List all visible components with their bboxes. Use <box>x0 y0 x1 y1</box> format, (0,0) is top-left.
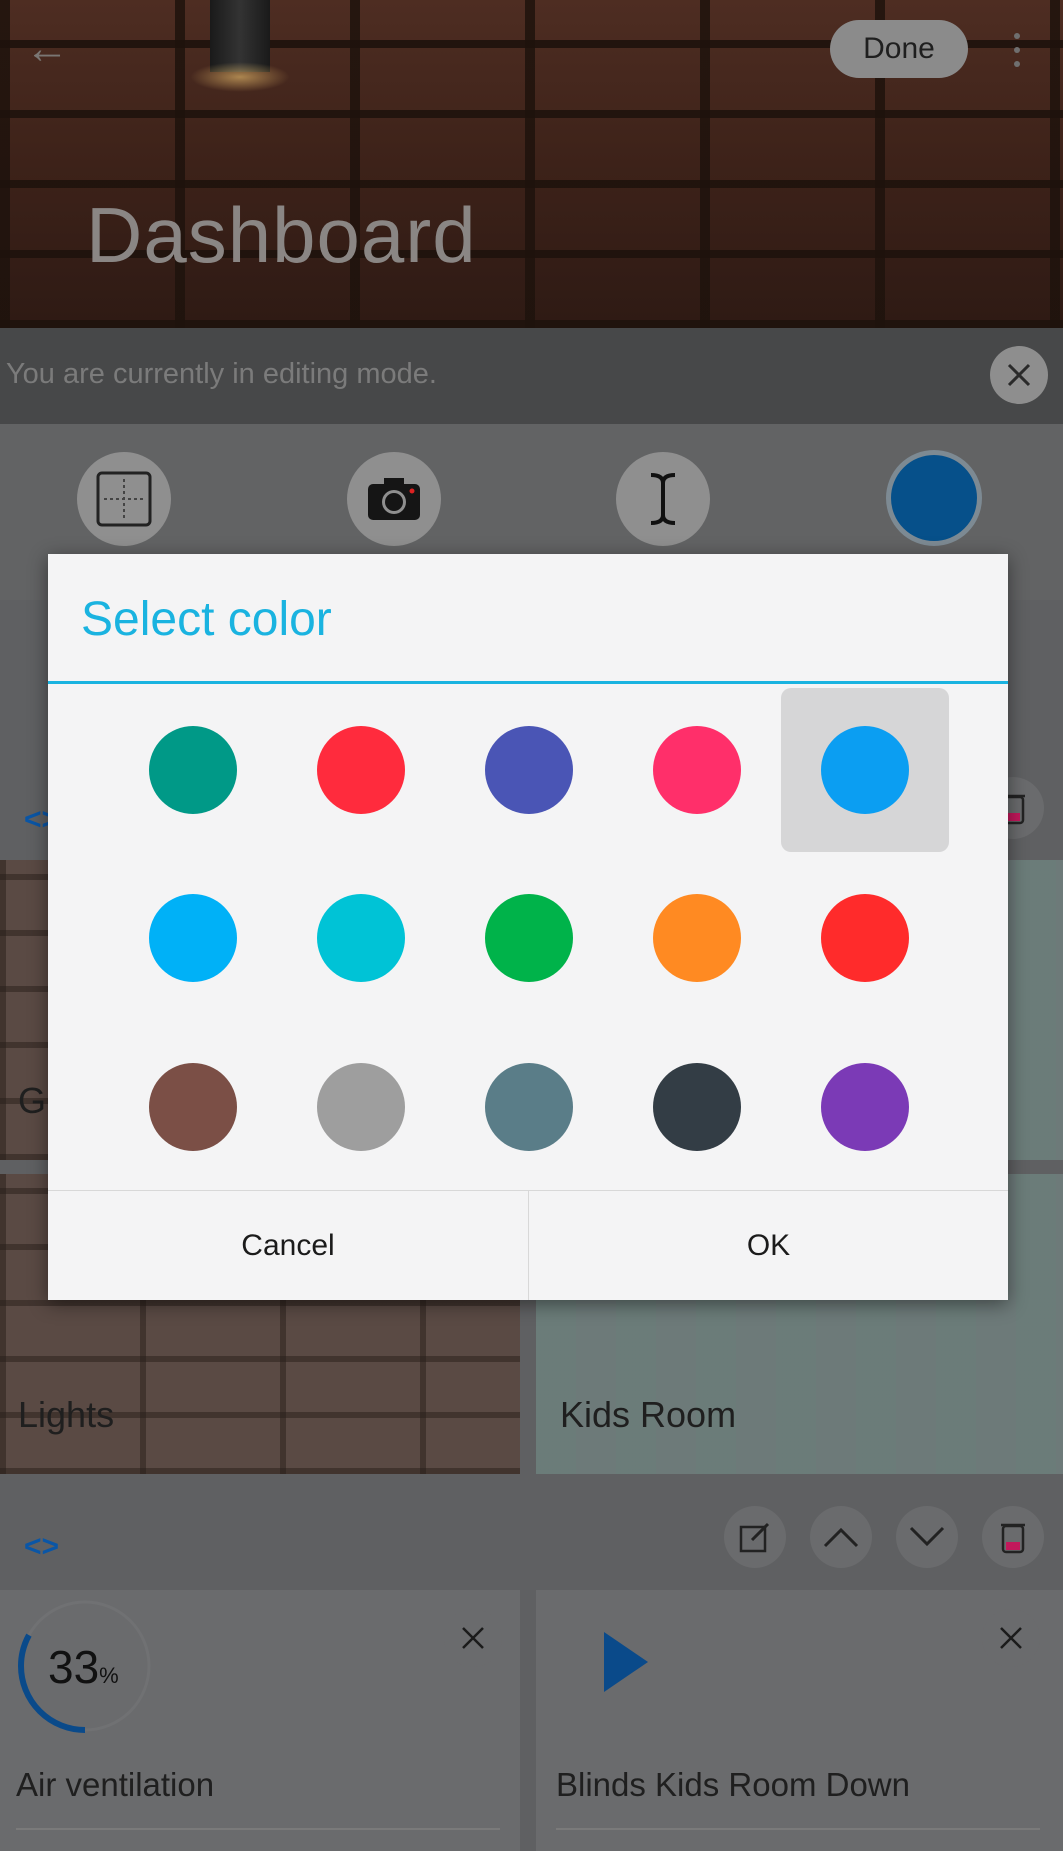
dialog-title: Select color <box>81 593 332 646</box>
color-swatch-option[interactable] <box>277 856 445 1020</box>
color-swatch <box>821 726 909 814</box>
color-swatch-option[interactable] <box>445 1025 613 1189</box>
color-swatch-option[interactable] <box>109 1025 277 1189</box>
color-swatch <box>317 894 405 982</box>
color-swatch <box>653 726 741 814</box>
color-swatch-option[interactable] <box>277 1025 445 1189</box>
color-swatch <box>149 726 237 814</box>
ok-button[interactable]: OK <box>529 1191 1008 1300</box>
color-swatch <box>653 1063 741 1151</box>
color-swatch <box>485 1063 573 1151</box>
color-swatch-option[interactable] <box>445 856 613 1020</box>
color-swatch <box>821 894 909 982</box>
color-swatch <box>653 894 741 982</box>
color-swatch <box>317 726 405 814</box>
dialog-title-divider <box>48 681 1008 684</box>
color-swatch-option[interactable] <box>445 688 613 852</box>
cancel-button[interactable]: Cancel <box>48 1191 528 1300</box>
select-color-dialog: Select color Cancel OK <box>48 554 1008 1300</box>
color-swatch <box>149 894 237 982</box>
color-swatch-option[interactable] <box>781 856 949 1020</box>
color-swatch <box>485 894 573 982</box>
color-swatch-option[interactable] <box>109 688 277 852</box>
color-swatch-option[interactable] <box>613 688 781 852</box>
color-swatch-option[interactable] <box>613 856 781 1020</box>
color-swatch <box>485 726 573 814</box>
color-swatch-option[interactable] <box>613 1025 781 1189</box>
color-swatch <box>317 1063 405 1151</box>
color-swatch-option[interactable] <box>781 688 949 852</box>
color-swatch-option[interactable] <box>277 688 445 852</box>
color-swatch-option[interactable] <box>781 1025 949 1189</box>
color-swatch <box>821 1063 909 1151</box>
color-swatch <box>149 1063 237 1151</box>
color-swatch-option[interactable] <box>109 856 277 1020</box>
